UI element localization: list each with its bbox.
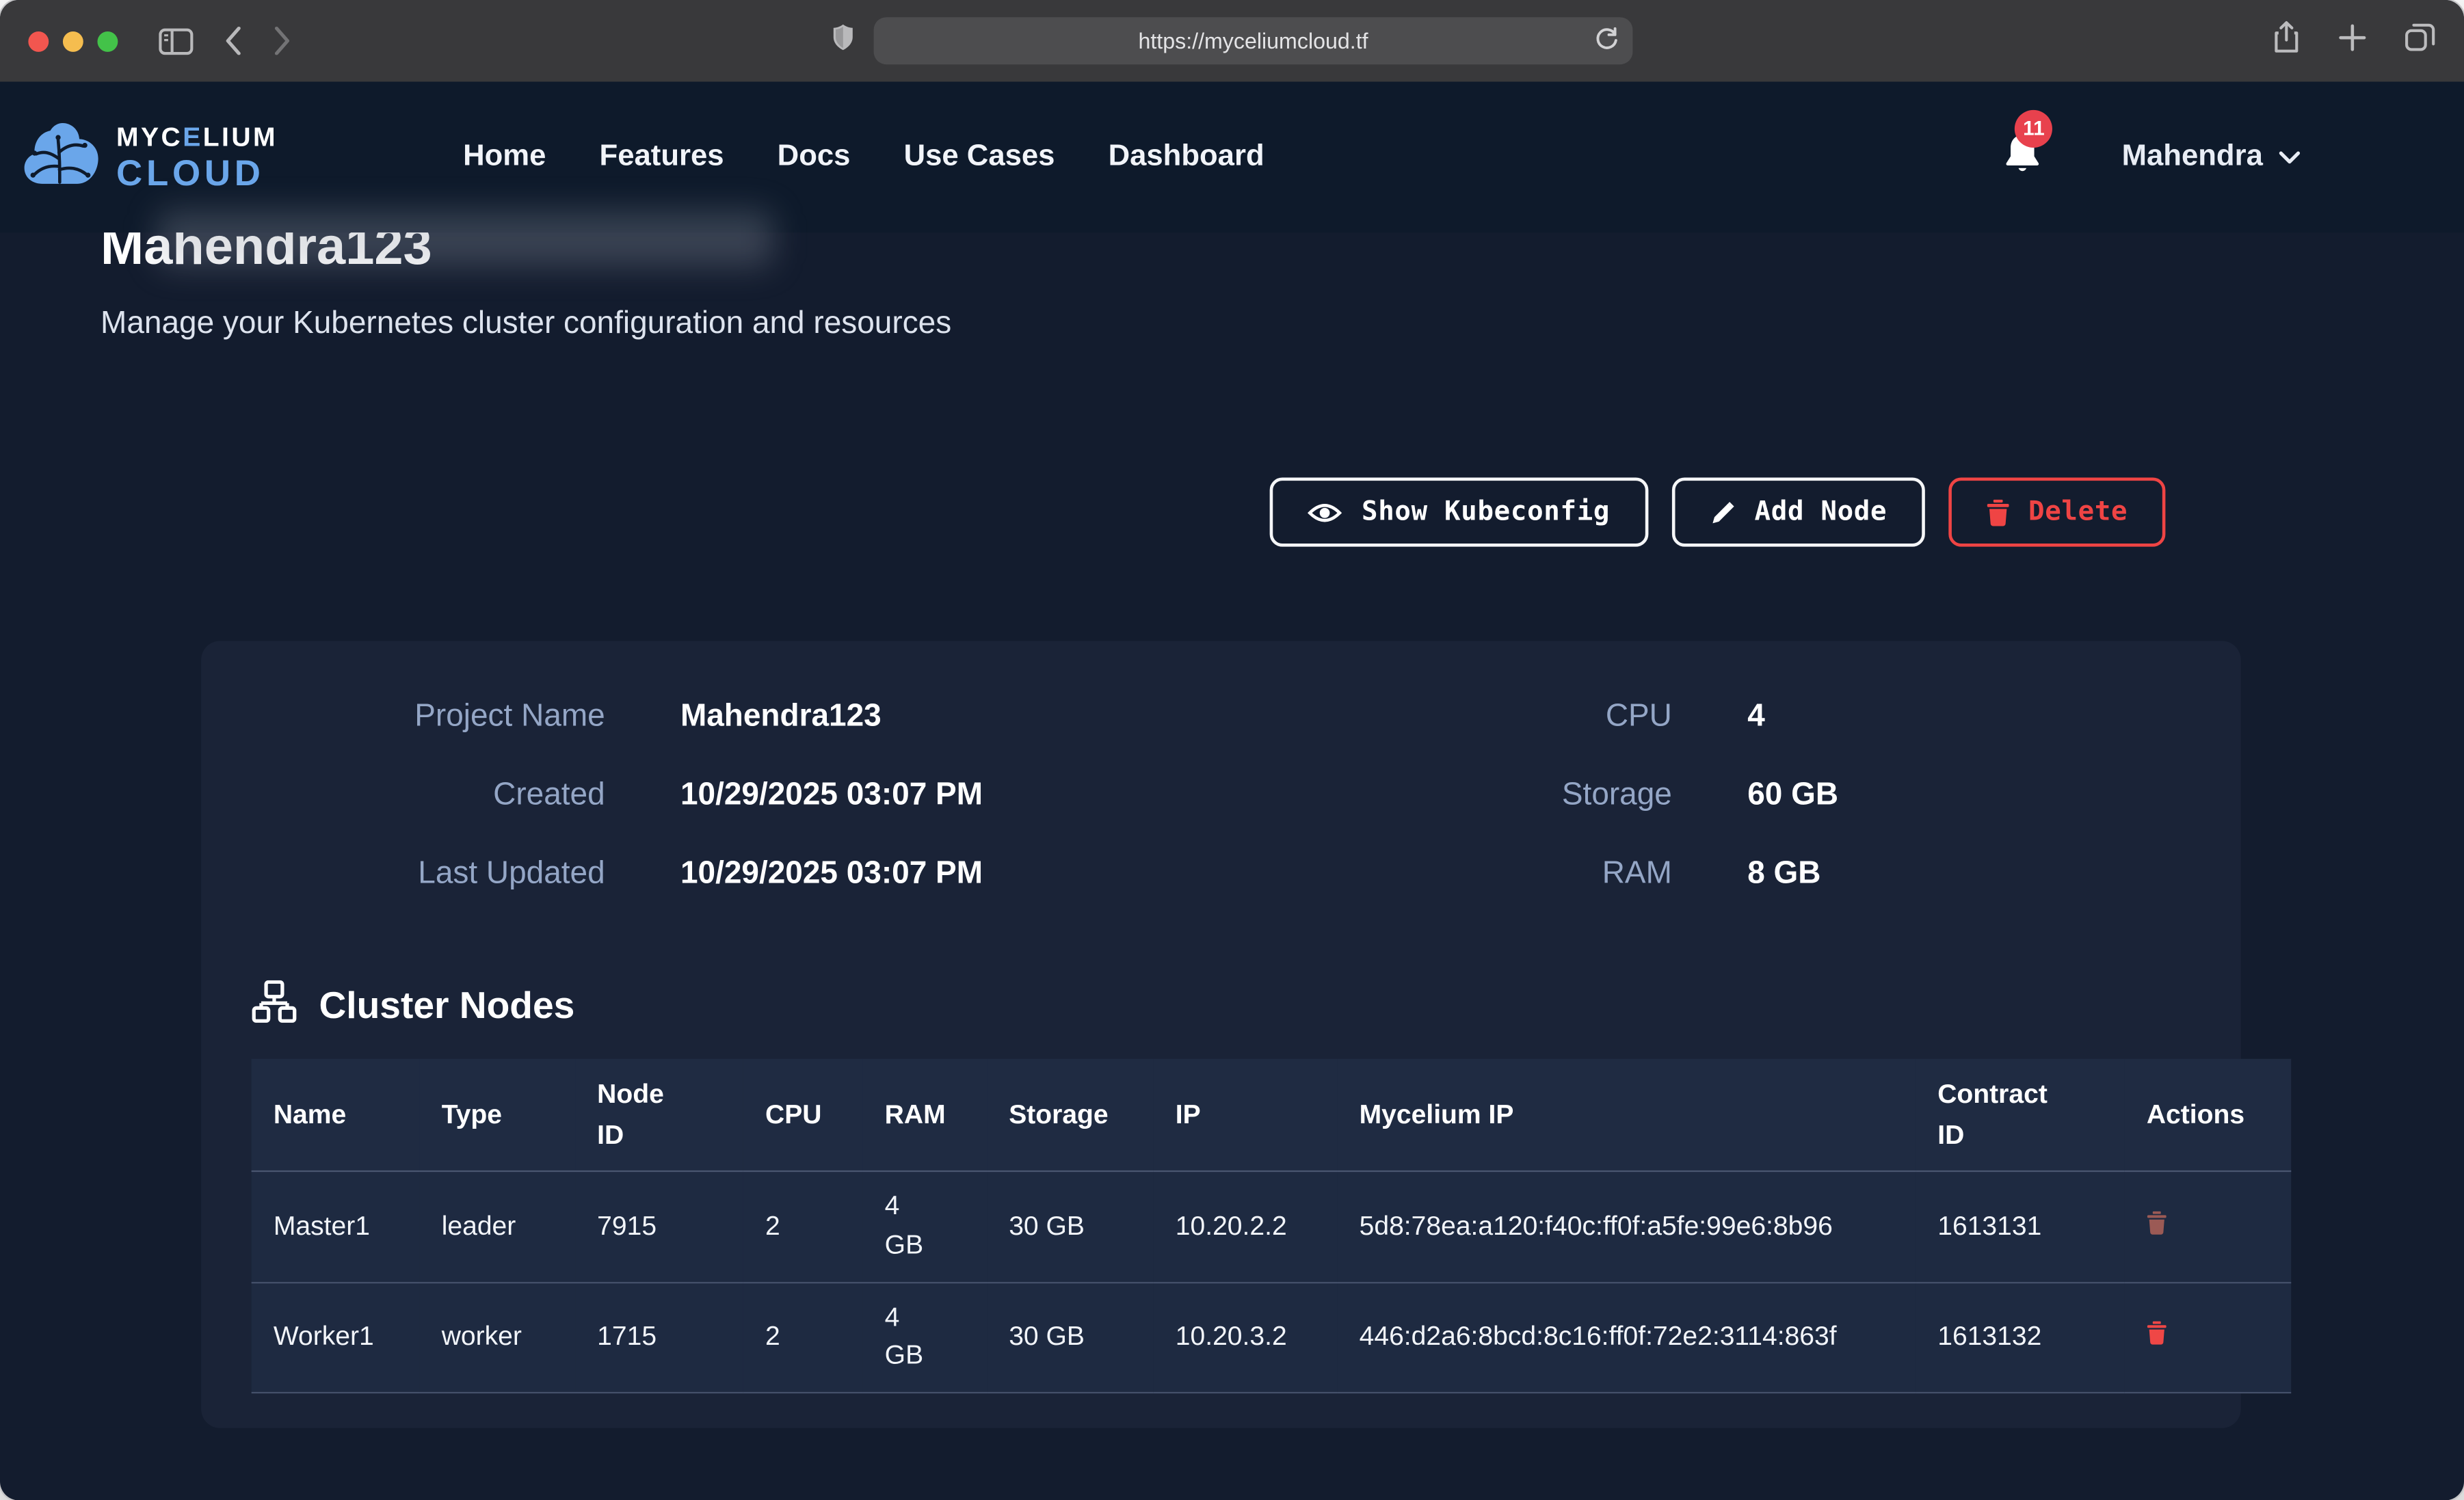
user-name: Mahendra (2122, 140, 2263, 175)
url-text: https://myceliumcloud.tf (1138, 28, 1368, 53)
col-storage: Storage (987, 1059, 1154, 1171)
col-ram: RAM (863, 1059, 988, 1171)
sidebar-icon[interactable] (159, 27, 194, 54)
node-cpu: 2 (743, 1282, 863, 1392)
node-id: 7915 (575, 1172, 743, 1282)
col-type: Type (420, 1059, 575, 1171)
node-ip: 10.20.3.2 (1154, 1282, 1338, 1392)
col-node-id: Node ID (575, 1059, 743, 1171)
col-actions: Actions (2125, 1059, 2292, 1171)
tabs-overview-icon[interactable] (2405, 22, 2436, 59)
brand-name-line2: CLOUD (116, 155, 278, 191)
node-cpu: 2 (743, 1172, 863, 1282)
delete-cluster-button[interactable]: Delete (1948, 478, 2166, 547)
eye-icon (1308, 499, 1343, 526)
reload-icon[interactable] (1595, 27, 1618, 58)
created-value: 10/29/2025 03:07 PM (680, 777, 983, 814)
browser-chrome: https://myceliumcloud.tf (0, 0, 2464, 81)
table-row: Worker1 worker 1715 2 4 GB 30 GB 10.20.3… (252, 1282, 2292, 1392)
brand-name-line1: MYCELIUM (116, 123, 278, 150)
nav-link-features[interactable]: Features (600, 140, 724, 175)
ram-label: RAM (1336, 856, 1672, 892)
node-name: Worker1 (252, 1282, 420, 1392)
new-tab-icon[interactable] (2338, 23, 2366, 59)
trash-icon (2147, 1216, 2167, 1239)
forward-icon[interactable] (274, 27, 291, 55)
table-row: Master1 leader 7915 2 4 GB 30 GB 10.20.2… (252, 1172, 2292, 1282)
nav-link-dashboard[interactable]: Dashboard (1109, 140, 1264, 175)
project-name-label: Project Name (252, 699, 605, 735)
brand-logo[interactable]: MYCELIUM CLOUD (22, 120, 278, 194)
cluster-info-grid: Project Name Mahendra123 Created 10/29/2… (252, 688, 2191, 902)
ram-value: 8 GB (1747, 856, 1820, 892)
minimize-window-button[interactable] (63, 31, 83, 51)
node-type: leader (420, 1172, 575, 1282)
cpu-label: CPU (1336, 699, 1672, 735)
page-subtitle: Manage your Kubernetes cluster configura… (101, 307, 2464, 343)
trash-icon (1986, 499, 2009, 526)
col-cpu: CPU (743, 1059, 863, 1171)
back-icon[interactable] (225, 27, 242, 55)
delete-node-button[interactable] (2147, 1322, 2167, 1350)
chevron-down-icon (2279, 140, 2301, 175)
col-name: Name (252, 1059, 420, 1171)
col-mycelium-ip: Mycelium IP (1337, 1059, 1916, 1171)
node-ip: 10.20.2.2 (1154, 1172, 1338, 1282)
node-storage: 30 GB (987, 1172, 1154, 1282)
node-contract-id: 1613131 (1916, 1172, 2125, 1282)
node-type: worker (420, 1282, 575, 1392)
delete-node-button[interactable] (2147, 1211, 2167, 1239)
cluster-nodes-icon (252, 980, 297, 1034)
node-actions (2125, 1282, 2292, 1392)
address-bar[interactable]: https://myceliumcloud.tf (874, 17, 1633, 64)
site-navbar: MYCELIUM CLOUD Home Features Docs Use Ca… (0, 81, 2464, 232)
zoom-window-button[interactable] (97, 31, 118, 51)
browser-window: https://myceliumcloud.tf (0, 0, 2464, 1500)
add-node-button[interactable]: Add Node (1671, 478, 1925, 547)
node-mycelium-ip: 5d8:78ea:a120:f40c:ff0f:a5fe:99e6:8b96 (1337, 1172, 1916, 1282)
project-name-value: Mahendra123 (680, 699, 882, 735)
traffic-lights (28, 31, 118, 51)
pencil-icon (1709, 499, 1736, 526)
node-storage: 30 GB (987, 1282, 1154, 1392)
node-actions (2125, 1172, 2292, 1282)
user-menu[interactable]: Mahendra (2122, 140, 2301, 175)
storage-value: 60 GB (1747, 777, 1838, 814)
cluster-nodes-heading: Cluster Nodes (252, 980, 2191, 1034)
node-mycelium-ip: 446:d2a6:8bcd:8c16:ff0f:72e2:3114:863f (1337, 1282, 1916, 1392)
nav-link-home[interactable]: Home (463, 140, 546, 175)
node-contract-id: 1613132 (1916, 1282, 2125, 1392)
trash-icon (2147, 1326, 2167, 1350)
node-ram: 4 GB (863, 1172, 988, 1282)
col-ip: IP (1154, 1059, 1338, 1171)
close-window-button[interactable] (28, 31, 49, 51)
node-id: 1715 (575, 1282, 743, 1392)
last-updated-label: Last Updated (252, 856, 605, 892)
node-ram: 4 GB (863, 1282, 988, 1392)
cluster-actions: Show Kubeconfig Add Node Delete (101, 478, 2165, 547)
last-updated-value: 10/29/2025 03:07 PM (680, 856, 983, 892)
cpu-value: 4 (1747, 699, 1765, 735)
col-contract-id: Contract ID (1916, 1059, 2125, 1171)
table-header-row: Name Type Node ID CPU RAM Storage IP Myc… (252, 1059, 2292, 1171)
notification-count-badge: 11 (2015, 109, 2052, 147)
share-icon[interactable] (2273, 21, 2301, 62)
nav-link-docs[interactable]: Docs (778, 140, 851, 175)
created-label: Created (252, 777, 605, 814)
cluster-info-card: Project Name Mahendra123 Created 10/29/2… (201, 641, 2241, 1428)
shield-icon[interactable] (832, 23, 855, 59)
bell-icon (2002, 155, 2043, 181)
notifications-button[interactable]: 11 (2002, 131, 2043, 183)
nav-links: Home Features Docs Use Cases Dashboard (463, 140, 1264, 175)
storage-label: Storage (1336, 777, 1672, 814)
cluster-detail-page: Mahendra123 Manage your Kubernetes clust… (0, 214, 2464, 1428)
show-kubeconfig-button[interactable]: Show Kubeconfig (1271, 478, 1648, 547)
node-name: Master1 (252, 1172, 420, 1282)
brand-cloud-logo (22, 120, 101, 194)
cluster-nodes-table: Name Type Node ID CPU RAM Storage IP Myc… (252, 1059, 2292, 1393)
nav-link-use-cases[interactable]: Use Cases (904, 140, 1055, 175)
